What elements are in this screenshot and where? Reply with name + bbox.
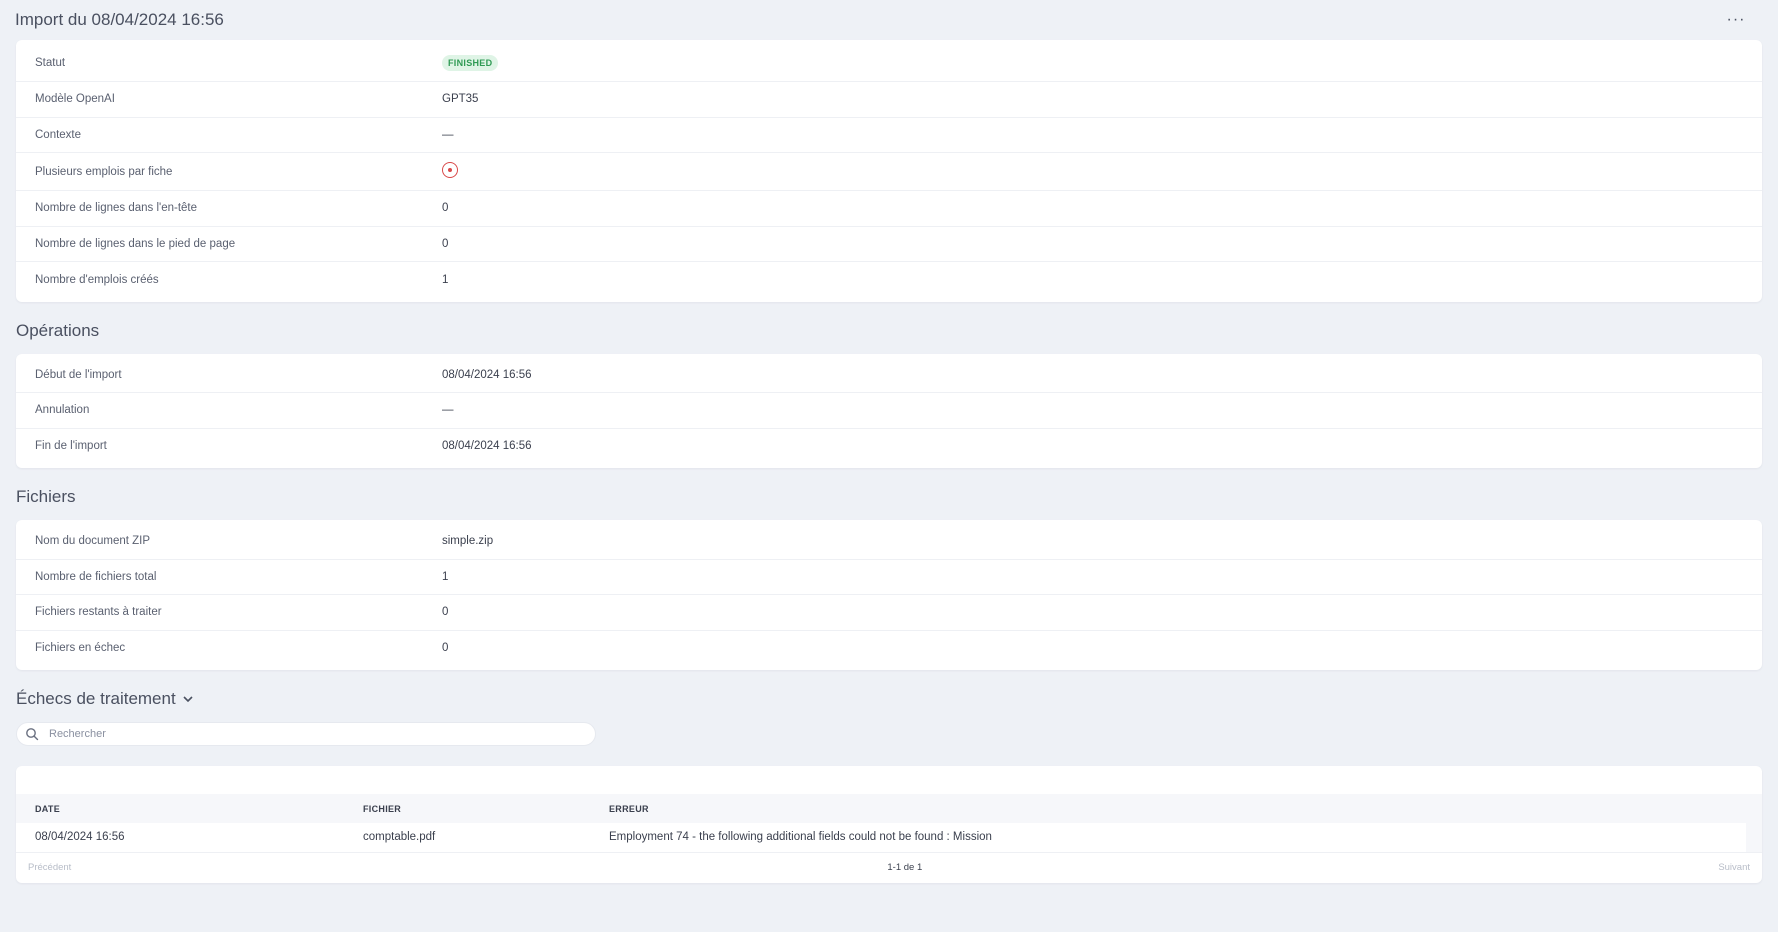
detail-label: Fichiers en échec [35,642,126,655]
pagination-count: 1-1 de 1 [887,862,923,873]
failures-table-card: DATE FICHIER ERREUR 08/04/2024 16:56 com… [16,766,1762,883]
table-row[interactable]: 08/04/2024 16:56 comptable.pdf Employmen… [16,823,1762,852]
search-icon [26,728,39,741]
detail-label: Fin de l'import [35,440,107,453]
file-row-failed: Fichiers en échec 0 [16,631,1762,667]
file-row-remaining: Fichiers restants à traiter 0 [16,595,1762,631]
column-header-error[interactable]: ERREUR [609,794,1746,823]
next-page-button[interactable]: Suivant [1718,862,1750,873]
file-row-zip-name: Nom du document ZIP simple.zip [16,524,1762,560]
search-field[interactable] [16,722,596,746]
detail-label: Annulation [35,404,90,417]
detail-row-model: Modèle OpenAI GPT35 [16,82,1762,118]
detail-value: 08/04/2024 16:56 [442,440,532,453]
detail-row-header-lines: Nombre de lignes dans l'en-tête 0 [16,191,1762,227]
files-card: Nom du document ZIP simple.zip Nombre de… [16,520,1762,670]
operations-card: Début de l'import 08/04/2024 16:56 Annul… [16,353,1762,468]
detail-value: 0 [442,606,449,619]
detail-value: simple.zip [442,535,494,548]
detail-value: GPT35 [442,93,479,106]
detail-label: Nombre de lignes dans l'en-tête [35,202,198,215]
detail-label: Fichiers restants à traiter [35,606,162,619]
cell-error: Employment 74 - the following additional… [609,831,992,844]
status-badge: FINISHED [442,54,499,71]
column-header-date[interactable]: DATE [16,794,363,823]
detail-value: 1 [442,570,449,583]
detail-label: Modèle OpenAI [35,93,115,106]
failures-table: DATE FICHIER ERREUR 08/04/2024 16:56 com… [16,794,1762,853]
import-details-card: Statut FINISHED Modèle OpenAI GPT35 Cont… [16,40,1762,302]
operation-row-start: Début de l'import 08/04/2024 16:56 [16,358,1762,393]
failures-title: Échecs de traitement [16,689,176,708]
import-detail-page: Import du 08/04/2024 16:56 ··· Statut FI… [0,0,1778,932]
detail-row-jobs-created: Nombre d'emplois créés 1 [16,262,1762,298]
detail-value: 0 [442,642,449,655]
detail-label: Plusieurs emplois par fiche [35,165,173,178]
operation-row-cancel: Annulation — [16,393,1762,429]
detail-label: Contexte [35,128,82,141]
page-title: Import du 08/04/2024 16:56 [15,10,224,29]
more-options-button[interactable]: ··· [1722,9,1750,31]
previous-page-button[interactable]: Précédent [28,862,71,873]
chevron-down-icon [183,694,193,706]
detail-label: Début de l'import [35,368,122,381]
cell-file: comptable.pdf [363,831,436,844]
column-header-spacer [1746,794,1762,823]
page-header: Import du 08/04/2024 16:56 ··· [15,0,1762,40]
detail-label: Nombre de fichiers total [35,570,157,583]
detail-row-footer-lines: Nombre de lignes dans le pied de page 0 [16,227,1762,262]
operation-row-end: Fin de l'import 08/04/2024 16:56 [16,429,1762,465]
detail-label: Statut [35,56,66,69]
detail-value: 0 [442,237,449,250]
detail-label: Nom du document ZIP [35,535,151,548]
detail-label: Nombre d'emplois créés [35,273,159,286]
search-input[interactable] [49,728,595,740]
detail-row-context: Contexte — [16,118,1762,153]
detail-value: — [442,128,454,141]
cell-spacer [1746,823,1762,852]
ellipsis-icon: ··· [1726,11,1746,28]
failures-section-toggle[interactable]: Échecs de traitement [16,670,1762,722]
detail-row-multiple-jobs: Plusieurs emplois par fiche [16,153,1762,191]
detail-value: — [442,404,454,417]
detail-row-status: Statut FINISHED [16,44,1762,82]
detail-value: 1 [442,273,449,286]
disabled-circle-icon [442,162,458,178]
table-header-row: DATE FICHIER ERREUR [16,794,1762,823]
column-header-file[interactable]: FICHIER [363,794,609,823]
cell-date: 08/04/2024 16:56 [35,831,125,844]
file-row-total: Nombre de fichiers total 1 [16,560,1762,595]
pagination: Précédent 1-1 de 1 Suivant [16,853,1762,883]
detail-value: 0 [442,202,449,215]
files-title: Fichiers [16,487,76,506]
detail-value: 08/04/2024 16:56 [442,368,532,381]
detail-label: Nombre de lignes dans le pied de page [35,237,236,250]
operations-title: Opérations [16,320,100,340]
